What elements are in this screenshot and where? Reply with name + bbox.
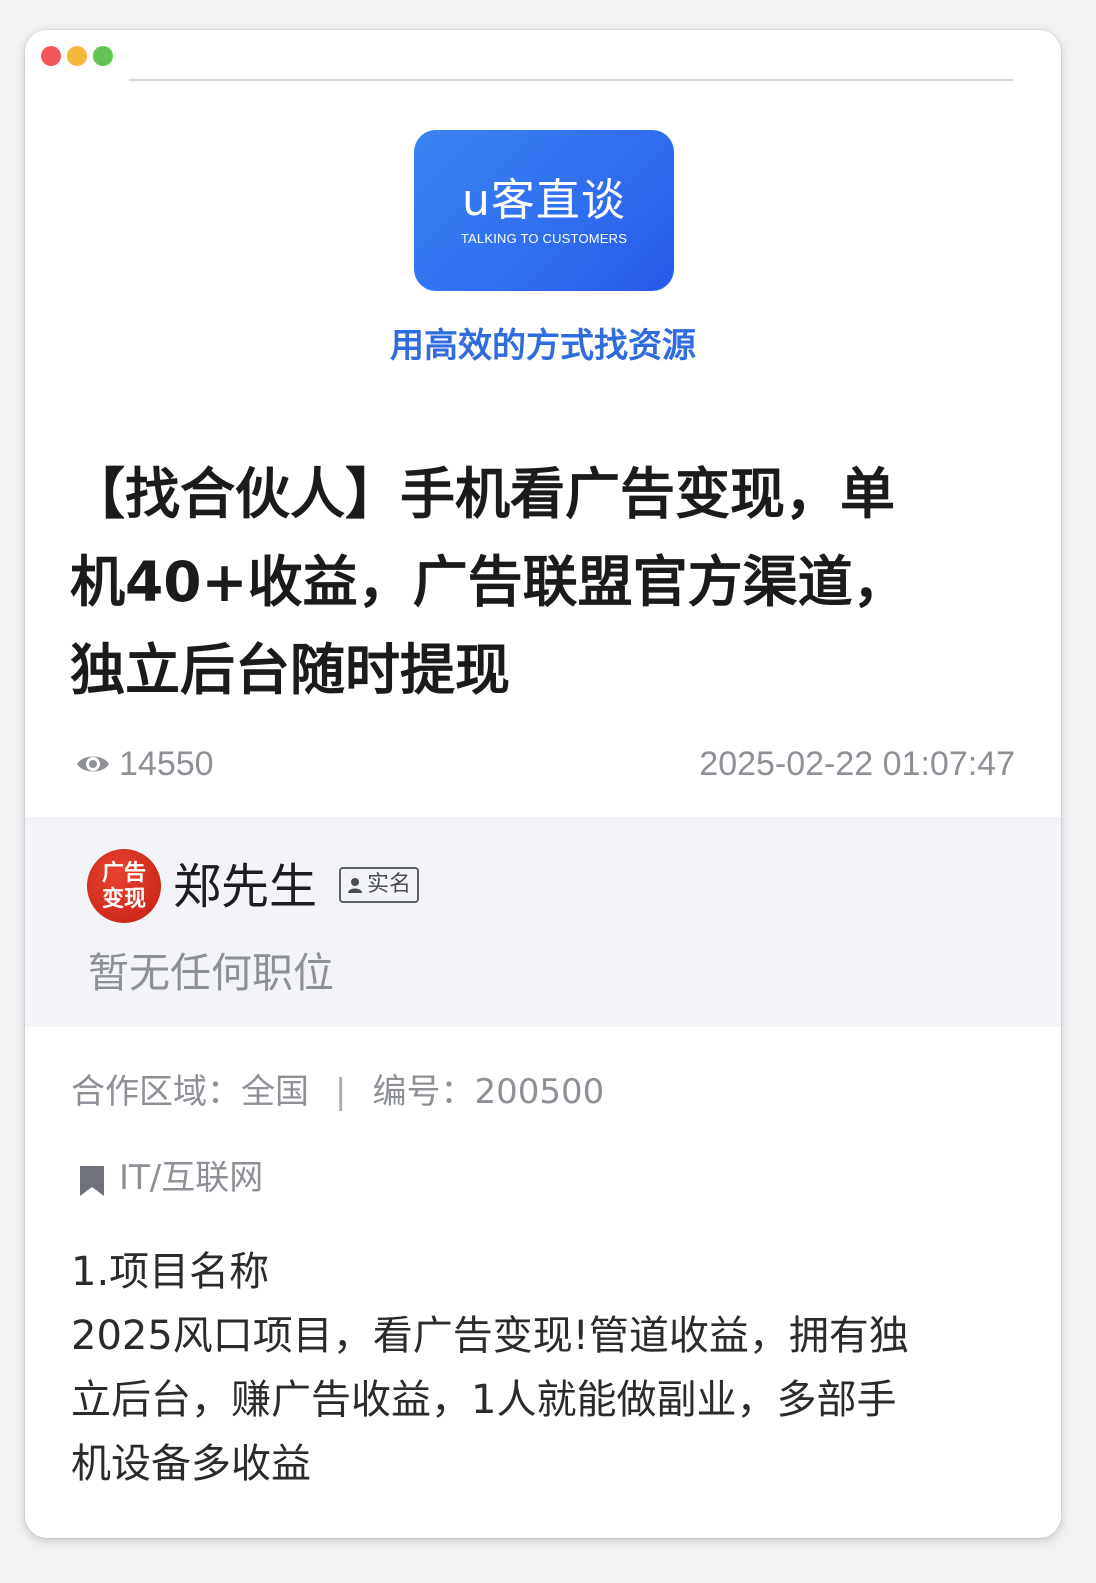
verified-badge: 实名 <box>339 867 419 903</box>
content-line: 2025风口项目，看广告变现!管道收益，拥有独 <box>71 1313 909 1359</box>
author-position: 暂无任何职位 <box>88 949 334 997</box>
content-line: 1.项目名称 <box>71 1249 270 1295</box>
post-title-line: 【找合伙人】手机看广告变现，单 <box>70 462 896 526</box>
content-line: 机设备多收益 <box>71 1441 311 1487</box>
brand-logo-subtitle: TALKING TO CUSTOMERS <box>460 231 628 246</box>
content-line: 立后台，赚广告收益，1人就能做副业，多部手 <box>71 1377 897 1423</box>
post-content: 1.项目名称 2025风口项目，看广告变现!管道收益，拥有独 立后台，赚广告收益… <box>71 1240 1011 1496</box>
post-title-line: 机40+收益，广告联盟官方渠道， <box>70 550 908 614</box>
eye-icon <box>77 756 109 772</box>
person-icon <box>348 878 362 893</box>
window-titlebar <box>25 30 1061 82</box>
id-value: 200500 <box>474 1072 605 1112</box>
avatar[interactable]: 广告 变现 <box>87 849 161 923</box>
post-title: 【找合伙人】手机看广告变现，单 机40+收益，广告联盟官方渠道， 独立后台随时提… <box>70 450 1000 714</box>
info-separator: | <box>335 1072 347 1112</box>
minimize-window-button[interactable] <box>67 46 87 66</box>
post-meta: 14550 2025-02-22 01:07:47 <box>75 742 1015 786</box>
region-value: 全国 <box>241 1072 309 1112</box>
id-label: 编号： <box>372 1072 475 1112</box>
app-window: u客直谈 TALKING TO CUSTOMERS 用高效的方式找资源 【找合伙… <box>25 30 1061 1538</box>
view-count-value: 14550 <box>119 745 214 783</box>
close-window-button[interactable] <box>41 46 61 66</box>
region-label: 合作区域： <box>71 1072 241 1112</box>
brand-logo: u客直谈 TALKING TO CUSTOMERS <box>414 130 674 291</box>
avatar-text: 广告 <box>101 861 146 886</box>
author-card[interactable]: 广告 变现 郑先生 实名 暂无任何职位 <box>25 817 1061 1027</box>
bookmark-icon <box>80 1166 104 1196</box>
publish-timestamp: 2025-02-22 01:07:47 <box>699 745 1015 783</box>
verified-label: 实名 <box>367 872 412 897</box>
titlebar-divider <box>129 79 1013 81</box>
maximize-window-button[interactable] <box>93 46 113 66</box>
avatar-text: 变现 <box>101 887 146 912</box>
post-title-line: 独立后台随时提现 <box>70 638 511 702</box>
category-label: IT/互联网 <box>119 1158 264 1198</box>
author-name[interactable]: 郑先生 <box>173 857 317 917</box>
brand-logo-name: u客直谈 <box>462 175 626 226</box>
brand-tagline: 用高效的方式找资源 <box>390 326 696 366</box>
cooperation-info: 合作区域：全国 | 编号：200500 <box>71 1070 604 1114</box>
